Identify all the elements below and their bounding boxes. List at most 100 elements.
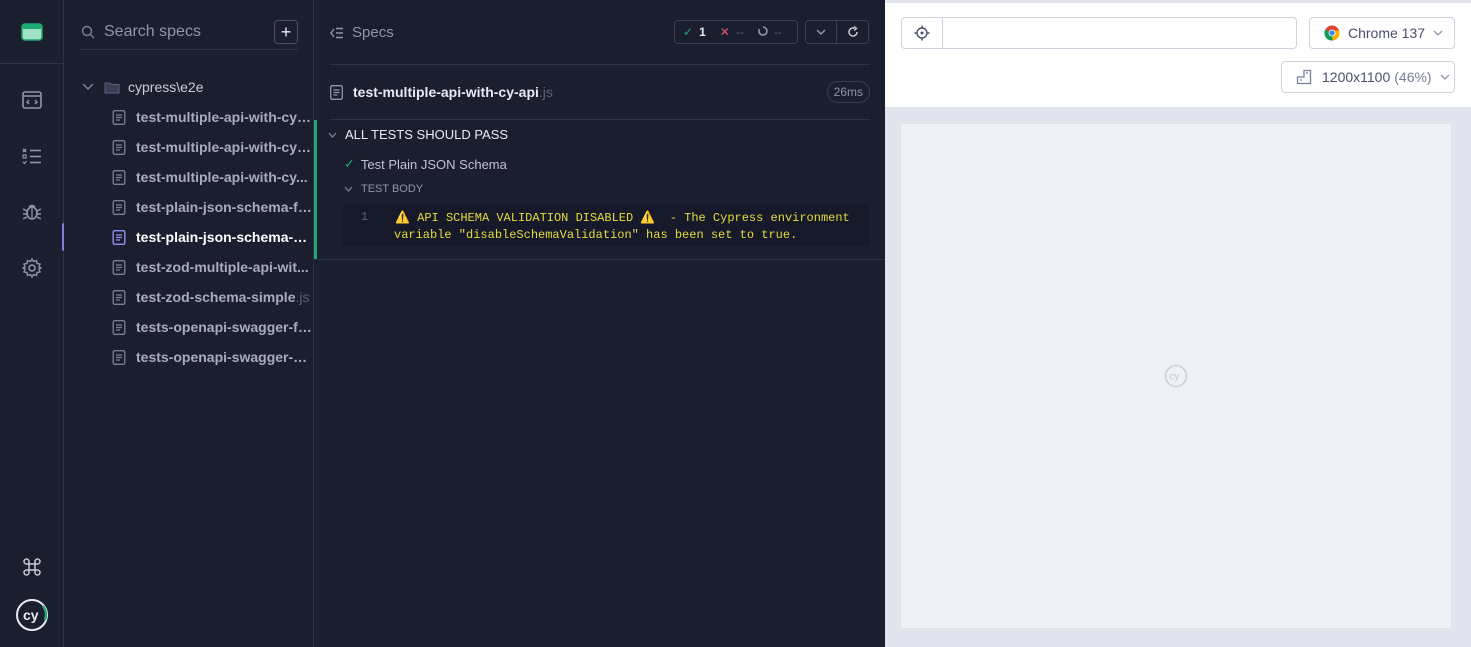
fail-x-icon: ✕ [719, 25, 730, 39]
code-window-icon [22, 91, 42, 109]
nav-rail: cy [0, 0, 66, 647]
document-icon [112, 289, 126, 305]
document-icon [330, 84, 343, 100]
spec-file-header: test-multiple-api-with-cy-api .js 26ms [330, 80, 870, 104]
folder-row[interactable]: cypress\e2e [82, 77, 203, 97]
command-key-icon [23, 558, 41, 576]
test-title: Test Plain JSON Schema [360, 156, 507, 172]
spec-item-label: test-zod-multiple-api-wit... [136, 259, 309, 275]
preview-area: cy [885, 107, 1471, 647]
suite-header[interactable]: ALL TESTS SHOULD PASS [328, 127, 508, 142]
spec-item-active[interactable]: test-plain-json-schema-p... [112, 222, 312, 252]
chevron-down-icon [344, 186, 353, 192]
chevron-down-icon [82, 83, 94, 91]
selector-playground-button[interactable] [901, 17, 943, 49]
spec-item-label: test-zod-schema-simple [136, 289, 296, 305]
spec-item-label: test-multiple-api-with-cy-... [136, 109, 312, 125]
test-stats: ✓ 1 ✕ -- -- [674, 20, 798, 44]
spec-item[interactable]: tests-openapi-swagger-fa... [112, 312, 312, 342]
refresh-icon [847, 26, 858, 37]
failed-count: -- [735, 25, 744, 39]
spec-item-label: test-multiple-api-with-cy... [136, 169, 308, 185]
cypress-logo-button[interactable]: cy [0, 587, 64, 643]
spec-item-label: tests-openapi-swagger-p... [136, 349, 312, 365]
viewport-selector[interactable]: 1200x1100 (46%) [1281, 61, 1455, 93]
svg-text:cy: cy [1169, 372, 1179, 383]
pending-spinner-icon [758, 25, 768, 39]
cypress-logo-icon: cy [16, 599, 48, 631]
spec-item-ext: .js [295, 289, 310, 305]
chevron-down-icon [1433, 30, 1443, 36]
divider [330, 64, 870, 65]
log-message-line1: ⚠️ API SCHEMA VALIDATION DISABLED ⚠️ - T… [395, 211, 850, 225]
reporter-controls [805, 20, 869, 44]
collapse-sidebar-icon [330, 27, 343, 38]
app-window-icon [21, 22, 43, 41]
folder-name: cypress\e2e [128, 79, 204, 95]
spec-item[interactable]: test-multiple-api-with-cy... [112, 162, 312, 192]
reporter-header: Specs ✓ 1 ✕ -- -- [314, 0, 885, 64]
toggle-specs-button[interactable]: Specs [330, 24, 394, 41]
pending-count: -- [773, 25, 782, 39]
chevron-down-icon [1440, 74, 1450, 80]
spec-item-label: test-plain-json-schema-p... [136, 229, 312, 245]
spec-item-label: tests-openapi-swagger-fa... [136, 319, 312, 335]
app-preview-panel: Chrome 137 1200x1100 (46%) cy [885, 0, 1471, 647]
plus-icon: + [280, 21, 292, 42]
app-iframe[interactable]: cy [901, 124, 1451, 628]
chevron-down-icon [816, 29, 826, 35]
spec-file-name: test-multiple-api-with-cy-api [353, 84, 539, 100]
test-row[interactable]: ✓ Test Plain JSON Schema [344, 156, 507, 172]
debug-nav-button[interactable] [0, 184, 64, 240]
check-icon: ✓ [683, 25, 694, 39]
expand-collapse-button[interactable] [806, 21, 838, 43]
suite-block: ALL TESTS SHOULD PASS ✓ Test Plain JSON … [314, 120, 885, 260]
spec-item[interactable]: test-multiple-api-with-cy-... [112, 102, 312, 132]
document-icon [112, 229, 126, 245]
viewport-zoom: (46%) [1394, 69, 1432, 85]
spec-item-label: test-plain-json-schema-fa... [136, 199, 312, 215]
svg-text:cy: cy [23, 607, 39, 623]
spec-item-label: test-multiple-api-with-cy-... [136, 139, 312, 155]
settings-nav-button[interactable] [0, 240, 64, 296]
document-icon [112, 349, 126, 365]
document-icon [112, 169, 126, 185]
document-icon [112, 139, 126, 155]
test-body-header[interactable]: TEST BODY [344, 183, 423, 195]
document-icon [112, 259, 126, 275]
chevron-down-icon [328, 132, 337, 138]
document-icon [112, 319, 126, 335]
spec-list-panel: Search specs + cypress\e2e test-multiple… [64, 0, 314, 647]
command-log-entry[interactable]: 1 ⚠️ API SCHEMA VALIDATION DISABLED ⚠️ -… [343, 204, 869, 246]
cypress-placeholder-icon: cy [1164, 364, 1188, 388]
preview-toolbar: Chrome 137 1200x1100 (46%) [885, 0, 1471, 107]
crosshair-icon [914, 25, 930, 41]
gear-icon [22, 258, 42, 278]
suite-title: ALL TESTS SHOULD PASS [345, 127, 509, 142]
spec-item[interactable]: tests-openapi-swagger-p... [112, 342, 312, 372]
ruler-icon [1296, 69, 1312, 85]
specs-nav-button[interactable] [0, 128, 64, 184]
log-line-number: 1 [361, 210, 369, 224]
browser-name: Chrome 137 [1348, 25, 1426, 41]
test-list-icon [22, 148, 41, 165]
reporter-panel: Specs ✓ 1 ✕ -- -- test-multiple-api-with… [314, 0, 885, 647]
specs-label: Specs [352, 24, 394, 41]
app-logo[interactable] [0, 0, 64, 64]
browser-selector[interactable]: Chrome 137 [1309, 17, 1455, 49]
spec-item[interactable]: test-zod-multiple-api-wit... [112, 252, 312, 282]
runs-nav-button[interactable] [0, 72, 64, 128]
spec-item[interactable]: test-zod-schema-simple .js [112, 282, 312, 312]
url-bar[interactable] [942, 17, 1297, 49]
spec-file-ext: .js [538, 84, 553, 100]
new-spec-button[interactable]: + [274, 19, 298, 44]
spec-item[interactable]: test-plain-json-schema-fa... [112, 192, 312, 222]
spec-item[interactable]: test-multiple-api-with-cy-... [112, 132, 312, 162]
chrome-icon [1324, 25, 1340, 41]
search-icon [81, 25, 95, 38]
rerun-button[interactable] [837, 21, 868, 43]
pass-status-bar [314, 120, 317, 259]
search-input[interactable]: Search specs [104, 23, 274, 41]
passed-count: 1 [699, 25, 706, 39]
log-message-line2: variable "disableSchemaValidation" has b… [394, 228, 798, 242]
